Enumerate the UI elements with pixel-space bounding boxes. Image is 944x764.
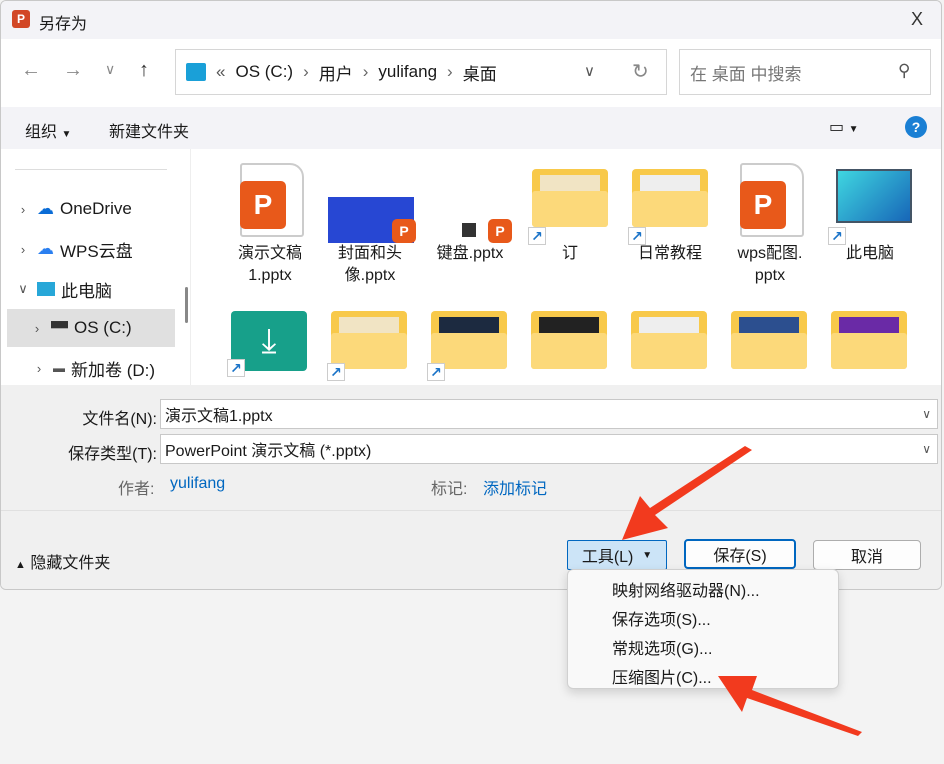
annotation-arrows — [622, 446, 862, 736]
red-arrow-to-tools — [622, 446, 752, 540]
red-arrow-to-compress — [718, 676, 862, 736]
